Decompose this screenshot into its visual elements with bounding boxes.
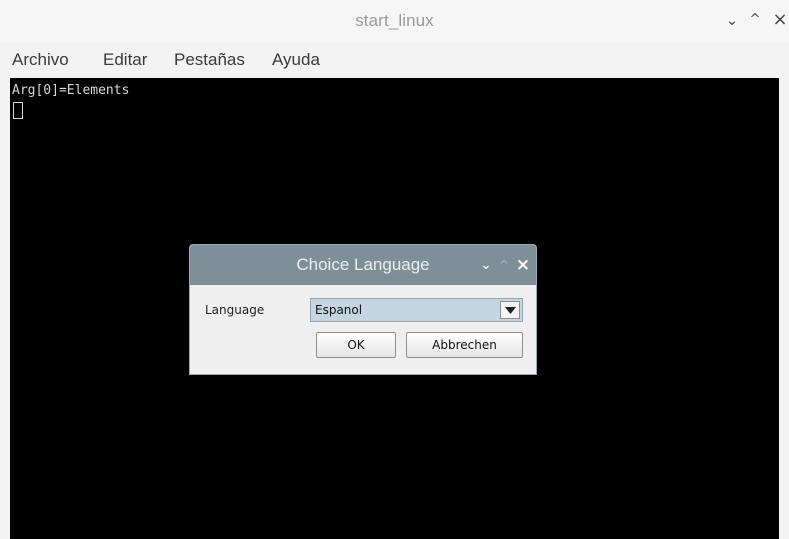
dialog-close-icon[interactable]: × bbox=[514, 254, 532, 276]
language-select-value: Espanol bbox=[315, 303, 363, 317]
dialog-minimize-icon[interactable]: ⌄ bbox=[477, 254, 495, 276]
dialog-maximize-icon[interactable]: ^ bbox=[495, 254, 513, 276]
menu-bar: Archivo Editar Pestañas Ayuda bbox=[0, 42, 789, 78]
menu-editar[interactable]: Editar bbox=[103, 50, 147, 70]
terminal-output-line: Arg[0]=Elements bbox=[12, 83, 130, 98]
language-label: Language bbox=[205, 303, 265, 317]
terminal-cursor bbox=[13, 102, 23, 119]
ok-button[interactable]: OK bbox=[316, 332, 396, 358]
cancel-button[interactable]: Abbrechen bbox=[406, 332, 523, 358]
window-title: start_linux bbox=[355, 11, 434, 30]
maximize-icon[interactable]: ^ bbox=[746, 9, 764, 31]
dialog-titlebar[interactable]: Choice Language ⌄ ^ × bbox=[190, 245, 536, 285]
menu-ayuda[interactable]: Ayuda bbox=[272, 50, 320, 70]
language-select[interactable]: Espanol bbox=[310, 298, 523, 322]
dropdown-arrow-icon[interactable] bbox=[500, 301, 520, 319]
menu-archivo[interactable]: Archivo bbox=[12, 50, 69, 70]
choice-language-dialog: Choice Language ⌄ ^ × Language Espanol O… bbox=[189, 244, 537, 375]
minimize-icon[interactable]: ⌄ bbox=[723, 9, 741, 31]
terminal-window: start_linux ⌄ ^ × Archivo Editar Pestaña… bbox=[0, 0, 789, 539]
close-icon[interactable]: × bbox=[771, 9, 789, 31]
window-titlebar[interactable]: start_linux ⌄ ^ × bbox=[0, 0, 789, 42]
menu-pestanas[interactable]: Pestañas bbox=[174, 50, 245, 70]
